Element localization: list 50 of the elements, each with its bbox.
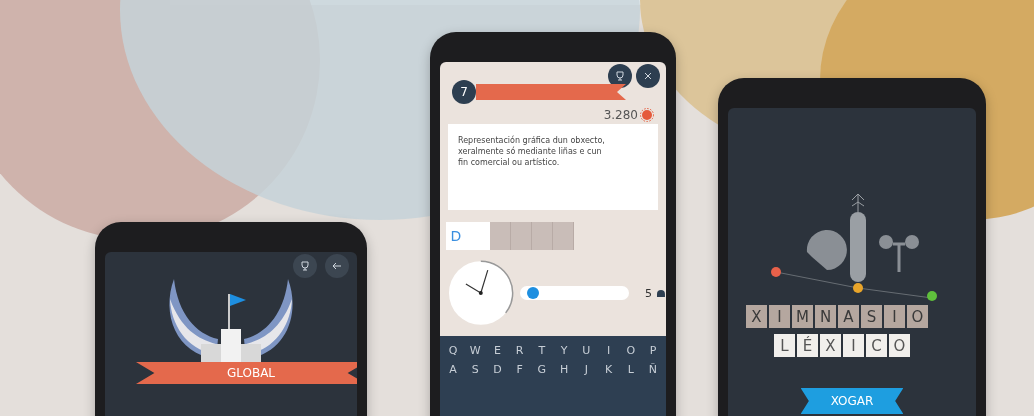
helmet-icon [656, 288, 666, 298]
letter-tile[interactable]: X [819, 333, 842, 358]
letter-tile[interactable]: M [791, 304, 814, 329]
answer-cell[interactable] [553, 222, 574, 250]
keyboard-key[interactable]: A [444, 363, 462, 376]
letter-tile[interactable]: O [888, 333, 911, 358]
keyboard-key[interactable]: Ñ [643, 363, 662, 376]
letter-tile[interactable]: L [773, 333, 796, 358]
timer-thumb[interactable] [526, 287, 539, 299]
letter-tile[interactable]: A [837, 304, 860, 329]
sun-icon [640, 108, 654, 122]
score-value: 3.280 [603, 108, 638, 122]
hint-count: 5 [645, 286, 653, 300]
keyboard-key[interactable]: T [532, 344, 551, 357]
clue-text: Representación gráfica dun obxecto, xeralmente só mediante liñas e cun fin comercial ou artístico. [458, 136, 606, 169]
letter-tile[interactable]: C [865, 333, 888, 358]
letter-tile[interactable]: I [768, 304, 791, 329]
keyboard-key[interactable]: Y [555, 344, 574, 357]
close-icon[interactable] [636, 64, 660, 88]
keyboard-key[interactable]: S [466, 363, 485, 376]
letter-tile[interactable]: I [883, 304, 906, 329]
letter-tile[interactable]: O [906, 304, 929, 329]
answer-cell[interactable] [532, 222, 553, 250]
keyboard-key[interactable]: U [577, 344, 596, 357]
answer-cell[interactable] [490, 222, 511, 250]
keyboard-key[interactable]: H [555, 363, 574, 376]
keyboard-key[interactable]: F [510, 363, 529, 376]
keyboard-key[interactable]: O [621, 344, 640, 357]
keyboard-key[interactable]: J [577, 363, 596, 376]
answer-cell[interactable] [466, 222, 490, 250]
keyboard-key[interactable]: L [621, 363, 640, 376]
keyboard-key[interactable]: Q [444, 344, 462, 357]
letter-tile[interactable]: É [796, 333, 819, 358]
keyboard-key[interactable]: P [643, 344, 662, 357]
keyboard-key[interactable]: E [488, 344, 507, 357]
clock-icon [446, 258, 516, 328]
title-ribbon: GLOBAL [136, 362, 357, 384]
letter-tile[interactable]: I [842, 333, 865, 358]
keyboard-key[interactable]: G [532, 363, 551, 376]
keyboard-key[interactable]: R [510, 344, 529, 357]
letter-tile[interactable]: X [745, 304, 768, 329]
round-number: 7 [452, 80, 476, 104]
answer-cell[interactable] [511, 222, 532, 250]
letter-tile[interactable]: N [814, 304, 837, 329]
keyboard-key[interactable]: W [466, 344, 485, 357]
letter-tile[interactable]: S [860, 304, 883, 329]
trophy-icon[interactable] [293, 254, 317, 278]
keyboard-key[interactable]: K [599, 363, 618, 376]
keyboard-key[interactable]: I [599, 344, 618, 357]
keyboard-key[interactable]: D [488, 363, 507, 376]
